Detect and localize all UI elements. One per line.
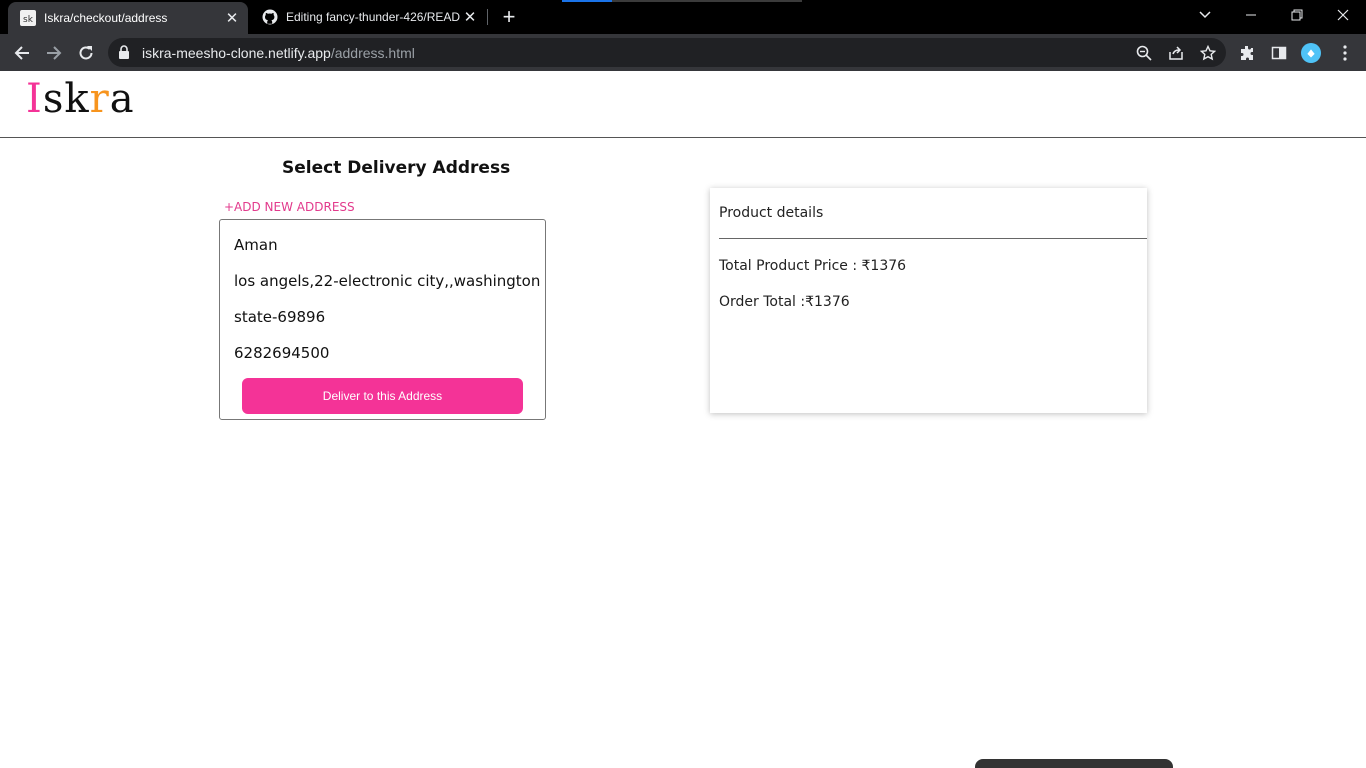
deliver-to-address-button[interactable]: Deliver to this Address bbox=[242, 378, 523, 414]
url-path: /address.html bbox=[330, 45, 415, 61]
minimize-icon[interactable] bbox=[1228, 0, 1274, 30]
zoom-icon[interactable] bbox=[1135, 44, 1153, 62]
browser-toolbar: iskra-meesho-clone.netlify.app/address.h… bbox=[0, 34, 1366, 71]
product-details-divider bbox=[719, 238, 1147, 239]
restore-icon[interactable] bbox=[1274, 0, 1320, 30]
tab-title: Iskra/checkout/address bbox=[44, 11, 168, 25]
page-title: Select Delivery Address bbox=[282, 158, 511, 178]
tab-title: Editing fancy-thunder-426/READI bbox=[286, 10, 460, 24]
profile-avatar-icon[interactable] bbox=[1301, 43, 1321, 63]
address-card[interactable]: Aman los angels,22-electronic city,,wash… bbox=[219, 219, 546, 420]
lock-icon[interactable] bbox=[118, 45, 130, 64]
close-tab-icon[interactable]: ✕ bbox=[222, 8, 242, 28]
url-text: iskra-meesho-clone.netlify.app/address.h… bbox=[142, 45, 415, 61]
header-divider bbox=[0, 137, 1366, 138]
tab-strip: sk Iskra/checkout/address ✕ Editing fanc… bbox=[0, 0, 1366, 34]
back-arrow-icon[interactable] bbox=[9, 40, 35, 66]
product-details-card: Product details Total Product Price : ₹1… bbox=[710, 188, 1147, 413]
address-bar[interactable]: iskra-meesho-clone.netlify.app/address.h… bbox=[108, 38, 1226, 67]
new-tab-icon[interactable]: + bbox=[498, 6, 520, 28]
github-icon bbox=[262, 9, 278, 25]
product-details-title: Product details bbox=[719, 205, 824, 221]
bottom-popup-edge bbox=[975, 759, 1173, 768]
address-name: Aman bbox=[234, 236, 278, 254]
tab-separator bbox=[487, 9, 488, 25]
side-panel-icon[interactable] bbox=[1269, 43, 1289, 63]
tab-iskra-address[interactable]: sk Iskra/checkout/address ✕ bbox=[8, 2, 248, 34]
extensions-puzzle-icon[interactable] bbox=[1237, 43, 1257, 63]
reload-icon[interactable] bbox=[73, 40, 99, 66]
tab-github-editing[interactable]: Editing fancy-thunder-426/READI ✕ bbox=[250, 0, 486, 34]
forward-arrow-icon[interactable] bbox=[41, 40, 67, 66]
address-phone: 6282694500 bbox=[234, 344, 330, 362]
logo-letter-i: I bbox=[26, 76, 43, 122]
close-window-icon[interactable] bbox=[1320, 0, 1366, 30]
url-host: iskra-meesho-clone.netlify.app bbox=[142, 45, 331, 61]
add-new-address-link[interactable]: +ADD NEW ADDRESS bbox=[224, 200, 355, 214]
iskra-logo[interactable]: Iskra bbox=[26, 77, 135, 121]
total-product-price: Total Product Price : ₹1376 bbox=[719, 258, 907, 274]
share-icon[interactable] bbox=[1167, 44, 1185, 62]
logo-letter-a: a bbox=[109, 76, 135, 122]
order-total: Order Total :₹1376 bbox=[719, 294, 850, 310]
logo-letters-sk: sk bbox=[42, 76, 90, 122]
address-line-1: los angels,22-electronic city,,washingto… bbox=[234, 272, 541, 290]
logo-letter-r: r bbox=[89, 76, 110, 122]
close-tab-icon[interactable]: ✕ bbox=[460, 7, 480, 27]
bookmark-star-icon[interactable] bbox=[1199, 44, 1217, 62]
loading-indicator bbox=[562, 0, 802, 2]
address-line-2: state-69896 bbox=[234, 308, 326, 326]
svg-text:sk: sk bbox=[23, 15, 34, 25]
iskra-favicon-icon: sk bbox=[20, 10, 36, 26]
more-menu-icon[interactable] bbox=[1335, 43, 1355, 63]
page-content: Iskra Select Delivery Address +ADD NEW A… bbox=[0, 71, 1366, 768]
tab-search-chevron-icon[interactable] bbox=[1182, 0, 1228, 30]
